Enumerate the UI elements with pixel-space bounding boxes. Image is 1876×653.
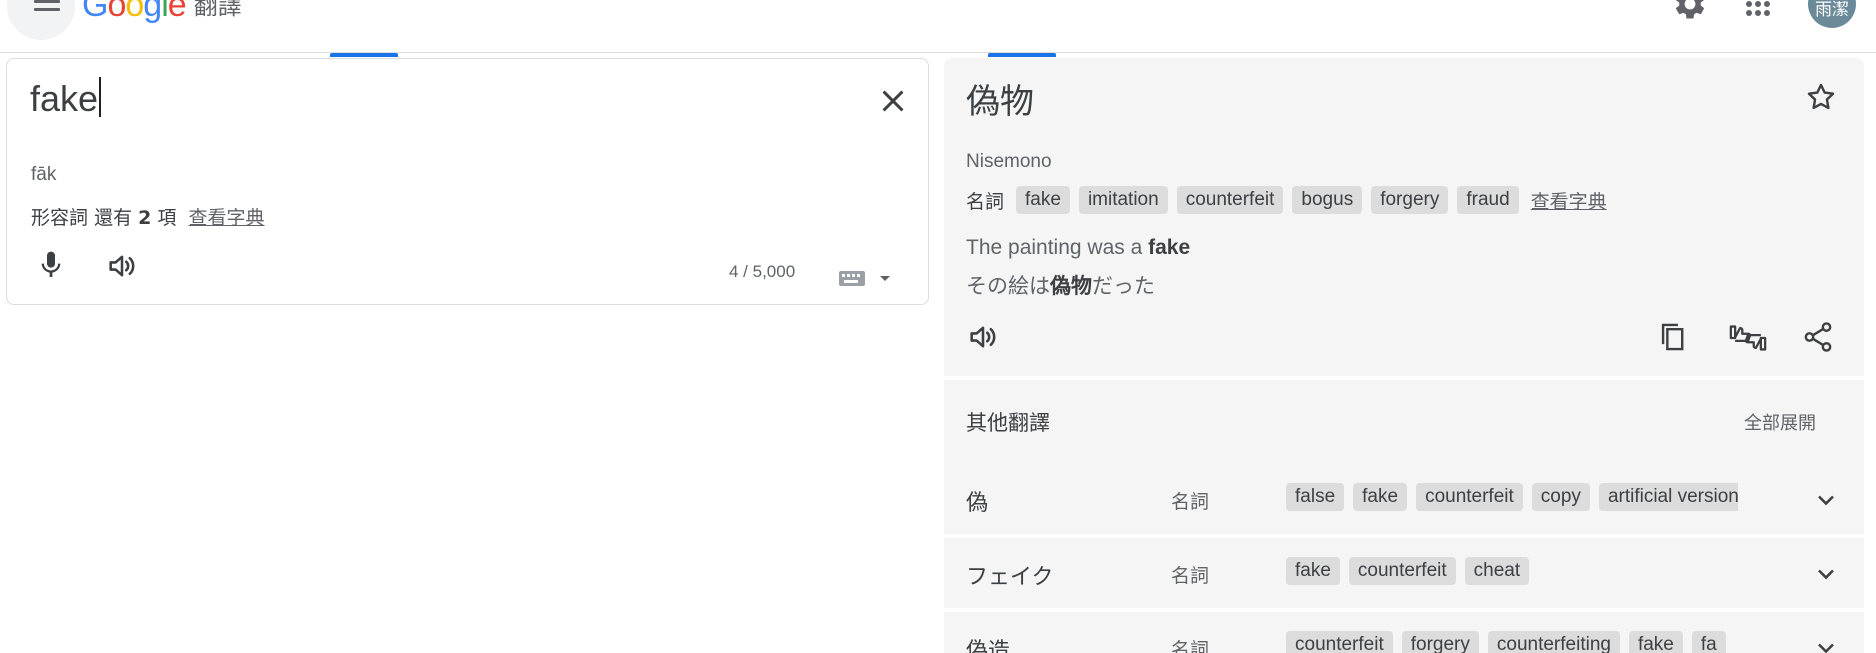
source-textarea[interactable]: fake: [30, 77, 102, 120]
account-avatar[interactable]: 雨潔: [1808, 0, 1856, 28]
alt-chip[interactable]: counterfeit: [1176, 186, 1284, 214]
keyboard-icon: [839, 271, 890, 286]
logo-product: 翻譯: [193, 0, 242, 20]
alt-chip[interactable]: bogus: [1292, 186, 1363, 214]
copy-icon: [1661, 323, 1684, 351]
alt-word: 偽: [966, 491, 989, 516]
source-transliteration: fāk: [31, 164, 57, 185]
alt-chip[interactable]: fa: [1691, 631, 1726, 653]
share-icon: [1804, 322, 1832, 352]
settings-icon[interactable]: [1672, 0, 1708, 22]
rate-translation-button[interactable]: [1728, 320, 1772, 360]
copy-translation-button[interactable]: [1656, 320, 1696, 360]
alt-chip[interactable]: forgery: [1401, 631, 1479, 653]
alt-chip[interactable]: counterfeit: [1286, 631, 1393, 653]
target-listen-button[interactable]: [966, 320, 1010, 360]
source-text-value: fake: [30, 78, 99, 119]
more-count: 2: [138, 207, 152, 229]
input-tools-button[interactable]: [837, 265, 893, 291]
alt-chip[interactable]: fake: [1628, 631, 1683, 653]
menu-icon: [34, 0, 60, 3]
source-panel: fake fāk 形容詞 還有 2 項 查看字典 4 / 5,000: [6, 58, 929, 305]
more-prefix: 還有: [94, 207, 133, 229]
clear-source-button[interactable]: [875, 83, 911, 119]
alt-chip[interactable]: fraud: [1457, 186, 1519, 214]
expand-all-button[interactable]: 全部展開: [1744, 409, 1816, 435]
example-sentence-source: The painting was a fake: [966, 236, 1190, 260]
translation-romanization: Nisemono: [966, 151, 1052, 172]
alt-pos: 名詞: [1171, 491, 1210, 513]
close-icon: [882, 90, 904, 112]
voice-input-button[interactable]: [35, 249, 75, 289]
alt-chip[interactable]: forgery: [1371, 186, 1449, 214]
chevron-down-icon[interactable]: [1812, 486, 1840, 514]
alt-chip[interactable]: counterfeit: [1416, 483, 1523, 511]
chevron-down-icon[interactable]: [1812, 634, 1840, 653]
alt-chip[interactable]: fake: [1016, 186, 1070, 214]
alt-chip[interactable]: copy: [1531, 483, 1590, 511]
source-dictionary-link[interactable]: 查看字典: [189, 207, 265, 229]
apps-icon[interactable]: [1740, 0, 1776, 22]
alt-chip[interactable]: false: [1286, 483, 1345, 511]
microphone-icon: [41, 251, 61, 277]
alt-word: フェイク: [966, 565, 1054, 590]
translation-result: 偽物: [966, 82, 1034, 122]
alt-chips: false fake counterfeit copy artificial v…: [1286, 483, 1738, 511]
alt-chip[interactable]: counterfeit: [1348, 557, 1456, 585]
speaker-icon: [109, 255, 135, 277]
target-tab-indicator: [988, 53, 1056, 57]
source-listen-button[interactable]: [105, 249, 149, 289]
alt-chips: fake counterfeit cheat: [1286, 557, 1738, 585]
alt-pos: 名詞: [1171, 639, 1210, 653]
source-definition-summary: 形容詞 還有 2 項 查看字典: [31, 203, 265, 230]
alt-chip[interactable]: imitation: [1078, 186, 1168, 214]
alt-chips: counterfeit forgery counterfeiting fake …: [1286, 631, 1738, 653]
alt-chip[interactable]: cheat: [1464, 557, 1530, 585]
other-translations-header: 其他翻譯 全部展開: [944, 380, 1864, 470]
target-panel: 偽物 Nisemono 名詞 fake imitation counterfei…: [944, 58, 1864, 376]
main-menu-button[interactable]: [7, 0, 75, 40]
alt-chip[interactable]: fake: [1286, 557, 1340, 585]
chevron-down-icon[interactable]: [1812, 560, 1840, 588]
other-translations-title: 其他翻譯: [966, 411, 1050, 435]
star-icon: [1807, 83, 1835, 110]
alt-chip[interactable]: fake: [1353, 483, 1408, 511]
example-ja-prefix: その絵は: [966, 274, 1050, 298]
share-translation-button[interactable]: [1801, 320, 1841, 360]
example-ja-suffix: だった: [1092, 274, 1155, 298]
other-translation-row[interactable]: フェイク 名詞 fake counterfeit cheat: [944, 538, 1864, 608]
more-suffix: 項: [157, 207, 177, 229]
character-count: 4 / 5,000: [729, 262, 796, 281]
source-tab-indicator: [330, 53, 398, 57]
speaker-icon: [970, 326, 996, 348]
logo-brand: Google: [82, 0, 187, 24]
menu-icon-bar: [34, 8, 60, 11]
thumbs-up-down-icon: [1729, 325, 1767, 351]
source-pos: 形容詞: [31, 207, 89, 229]
example-ja-highlight: 偽物: [1050, 274, 1092, 298]
example-en-highlight: fake: [1148, 236, 1191, 259]
alt-chip[interactable]: counterfeiting: [1487, 631, 1620, 653]
alt-pos: 名詞: [1171, 565, 1210, 587]
target-pos: 名詞: [966, 190, 1005, 213]
top-bar: Google 翻譯 雨潔: [0, 0, 1876, 53]
alt-word: 偽造: [966, 639, 1011, 653]
other-translation-row[interactable]: 偽造 名詞 counterfeit forgery counterfeiting…: [944, 612, 1864, 653]
alt-chip[interactable]: artificial version: [1598, 483, 1738, 511]
translation-alternatives: 名詞 fake imitation counterfeit bogus forg…: [966, 186, 1607, 214]
example-en-prefix: The painting was a: [966, 236, 1149, 259]
example-sentence-target: その絵は偽物だった: [966, 270, 1155, 300]
text-caret: [99, 77, 102, 117]
target-dictionary-link[interactable]: 查看字典: [1531, 187, 1607, 214]
save-translation-button[interactable]: [1804, 80, 1840, 116]
other-translation-row[interactable]: 偽 名詞 false fake counterfeit copy artific…: [944, 464, 1864, 534]
google-translate-logo[interactable]: Google 翻譯: [82, 0, 242, 25]
